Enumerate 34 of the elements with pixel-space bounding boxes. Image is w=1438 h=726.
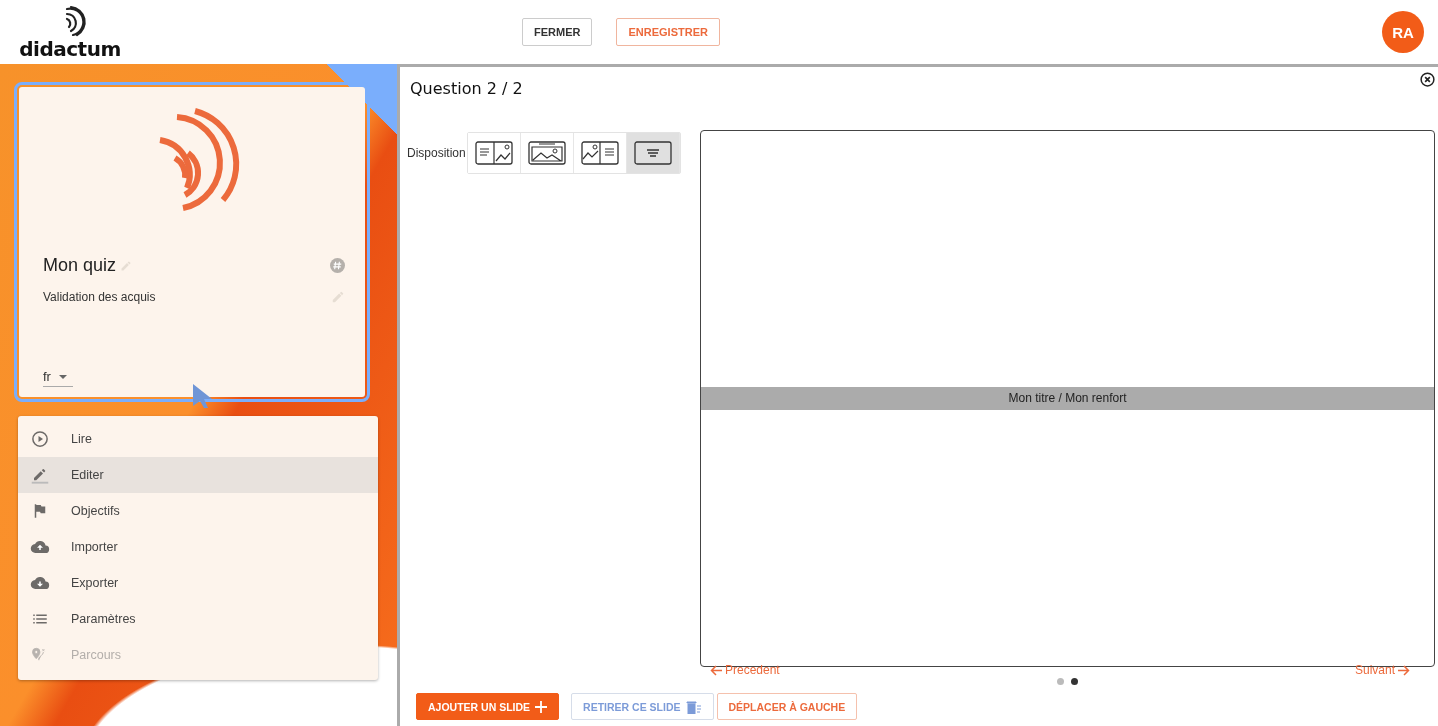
cloud-download-icon	[30, 574, 50, 592]
logo-arcs-icon	[63, 5, 87, 39]
text-image-layout-icon	[474, 141, 513, 165]
arrow-right-icon	[1397, 664, 1410, 676]
plus-icon	[535, 700, 548, 713]
slide-title-band: Mon titre / Mon renfort	[701, 387, 1434, 410]
language-select[interactable]: fr	[43, 363, 73, 387]
menu-item[interactable]: Lire	[18, 421, 378, 457]
menu-item[interactable]: Importer	[18, 529, 378, 565]
trash-icon	[685, 699, 702, 714]
menu-item[interactable]: Paramètres	[18, 601, 378, 637]
cloud-upload-icon	[30, 538, 50, 556]
caret-icon	[58, 374, 67, 379]
arrow-left-icon	[710, 664, 723, 676]
text-layout-icon	[633, 141, 672, 165]
menu-item[interactable]: Objectifs	[18, 493, 378, 529]
pencil-icon	[30, 466, 50, 484]
quiz-title[interactable]: Mon quiz	[43, 255, 117, 276]
text-image-layout-icon	[580, 141, 619, 165]
slide-dot[interactable]	[1071, 678, 1078, 685]
play-icon	[30, 430, 50, 448]
close-icon[interactable]	[1420, 72, 1435, 87]
menu-item[interactable]: Exporter	[18, 565, 378, 601]
disposition-label: Disposition	[407, 146, 466, 160]
image-layout-icon	[527, 141, 566, 165]
quiz-description[interactable]: Validation des acquis	[43, 290, 156, 350]
close-button[interactable]: FERMER	[522, 18, 593, 46]
slide-dot[interactable]	[1057, 678, 1064, 685]
cursor-icon	[192, 383, 214, 409]
layout-option[interactable]	[467, 133, 521, 173]
question-title: Question 2 / 2	[410, 79, 523, 98]
menu-item[interactable]: Editer	[18, 457, 378, 493]
logo-wordmark: didactum	[19, 39, 121, 59]
layout-option[interactable]	[626, 133, 680, 173]
